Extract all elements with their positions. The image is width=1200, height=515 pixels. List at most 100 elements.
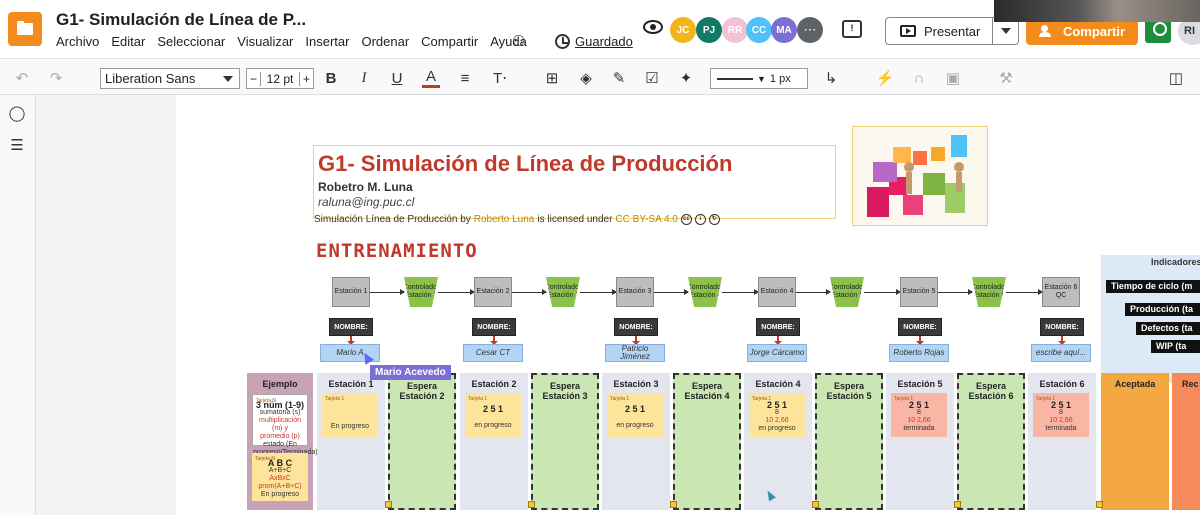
indicator-production[interactable]: Producción (ta <box>1125 303 1200 316</box>
wait-column[interactable]: Espera Estación 6 <box>957 373 1025 510</box>
lock-icon[interactable]: ▣ <box>944 68 962 88</box>
flow-controller[interactable]: Controlador Estación 5 <box>830 277 864 307</box>
flow-controller[interactable]: Controlador Estación 2 <box>404 277 438 307</box>
diagram-canvas[interactable]: G1- Simulación de Línea de Producción Ro… <box>36 95 1200 515</box>
station-column[interactable]: Estación 4 Tarjeta 1 2 5 1 8 10 2,66 en … <box>744 373 812 510</box>
indicator-wip[interactable]: WIP (ta <box>1151 340 1200 353</box>
magic-wand-icon[interactable]: ✦ <box>677 68 695 88</box>
name-field[interactable]: escribe aquí... <box>1031 344 1091 362</box>
italic-icon[interactable]: I <box>355 68 373 88</box>
accepted-column[interactable]: Aceptada <box>1101 373 1169 510</box>
name-label[interactable]: NOMBRE: <box>329 318 373 336</box>
menu-insertar[interactable]: Insertar <box>305 34 349 49</box>
indicators-panel[interactable]: Indicadores Tiempo de ciclo (m Producció… <box>1101 255 1200 383</box>
blocks-illustration[interactable] <box>852 126 988 226</box>
font-size-stepper[interactable]: − 12 pt + <box>246 68 314 89</box>
selection-handle[interactable] <box>528 501 535 508</box>
menu-visualizar[interactable]: Visualizar <box>237 34 293 49</box>
document-title[interactable]: G1- Simulación de Línea de P... <box>56 10 306 30</box>
fill-color-icon[interactable]: ◈ <box>577 68 595 88</box>
name-label[interactable]: NOMBRE: <box>898 318 942 336</box>
flow-arrow[interactable] <box>796 289 831 295</box>
binoculars-icon[interactable]: ⚇ <box>512 32 532 50</box>
font-family-select[interactable]: Liberation Sans <box>100 68 240 89</box>
line-color-icon[interactable]: ✎ <box>610 68 628 88</box>
station-column[interactable]: Estación 6 Tarjeta 1 2 5 1 8 10 2,66 ter… <box>1028 373 1096 510</box>
avatar[interactable]: JC <box>670 17 696 43</box>
example-card[interactable]: Tarjeta N A B C A+B+C AxBxC prom(A+B+C) … <box>252 453 308 501</box>
flow-arrow[interactable] <box>938 289 973 295</box>
selection-handle[interactable] <box>385 501 392 508</box>
eye-icon[interactable] <box>643 20 663 34</box>
selection-handle[interactable] <box>954 501 961 508</box>
font-size-decrease-button[interactable]: − <box>247 71 261 86</box>
grid-icon[interactable]: ⊞ <box>543 68 561 88</box>
example-card[interactable]: Tarjeta N 3 núm (1-9) sumatoria (s) mult… <box>252 394 318 456</box>
menu-compartir[interactable]: Compartir <box>421 34 478 49</box>
avatar[interactable]: RR <box>722 17 748 43</box>
license-link[interactable]: CC BY-SA 4.0 <box>615 214 677 225</box>
author-name[interactable]: Robetro M. Luna <box>318 180 413 194</box>
wait-column[interactable]: Espera Estación 4 <box>673 373 741 510</box>
name-label[interactable]: NOMBRE: <box>1040 318 1084 336</box>
format-panel-icon[interactable]: ◫ <box>1166 68 1186 88</box>
section-title[interactable]: ENTRENAMIENTO <box>316 240 478 262</box>
menu-archivo[interactable]: Archivo <box>56 34 99 49</box>
shapes-icon[interactable]: ◯ <box>8 103 26 123</box>
present-button[interactable]: Presentar <box>885 17 993 45</box>
menu-seleccionar[interactable]: Seleccionar <box>157 34 225 49</box>
work-card[interactable]: Tarjeta 1 2 5 1 8 10 2,66 en progreso <box>749 393 805 437</box>
page-title[interactable]: G1- Simulación de Línea de Producción <box>318 151 732 177</box>
station-column[interactable]: Estación 3 Tarjeta 1 2 5 1 en progreso <box>602 373 670 510</box>
avatar[interactable]: CC <box>746 17 772 43</box>
station-column[interactable]: Estación 5 Tarjeta 1 2 5 1 8 10 2,66 ter… <box>886 373 954 510</box>
work-card[interactable]: Tarjeta 1 2 5 1 en progreso <box>607 393 663 437</box>
example-column[interactable]: Ejemplo Tarjeta N 3 núm (1-9) sumatoria … <box>247 373 318 510</box>
name-label[interactable]: NOMBRE: <box>756 318 800 336</box>
font-size-value[interactable]: 12 pt <box>261 72 299 86</box>
menu-ordenar[interactable]: Ordenar <box>361 34 409 49</box>
flow-arrow[interactable] <box>580 289 617 295</box>
station-column[interactable]: Estación 2 Tarjeta 1 2 5 1 en progreso <box>460 373 528 510</box>
flow-station[interactable]: Estación 2 <box>474 277 512 307</box>
name-field[interactable]: Roberto Rojas <box>889 344 949 362</box>
align-icon[interactable]: ≡ <box>456 68 474 88</box>
work-card[interactable]: Tarjeta 1 2 5 1 8 10 2,66 terminada <box>891 393 947 437</box>
flow-arrow[interactable] <box>722 289 759 295</box>
edit-style-icon[interactable]: ☑ <box>643 68 661 88</box>
flow-arrow[interactable] <box>512 289 547 295</box>
wait-column[interactable]: Espera Estación 5 <box>815 373 883 510</box>
name-field[interactable]: Cesar CT <box>463 344 523 362</box>
flow-station[interactable]: Estación 1 <box>332 277 370 307</box>
wait-column[interactable]: Espera Estación 2 <box>388 373 456 510</box>
font-size-increase-button[interactable]: + <box>299 71 313 86</box>
flow-arrow[interactable] <box>1006 289 1043 295</box>
bold-icon[interactable]: B <box>322 68 340 88</box>
license-author-link[interactable]: Roberto Luna <box>474 214 535 225</box>
flow-arrow[interactable] <box>438 289 475 295</box>
author-email[interactable]: raluna@ing.puc.cl <box>318 195 414 209</box>
rejected-column[interactable]: Rec <box>1172 373 1200 510</box>
flow-arrow[interactable] <box>654 289 689 295</box>
name-label[interactable]: NOMBRE: <box>614 318 658 336</box>
flow-arrow[interactable] <box>864 289 901 295</box>
work-card[interactable]: Tarjeta 1 En progreso <box>322 393 378 437</box>
text-format-icon[interactable]: T⋅ <box>490 68 510 88</box>
font-color-icon[interactable]: A <box>422 68 440 88</box>
underline-icon[interactable]: U <box>388 68 406 88</box>
work-card[interactable]: Tarjeta 1 2 5 1 en progreso <box>465 393 521 437</box>
license-text[interactable]: Simulación Línea de Producción by Robert… <box>314 214 720 225</box>
name-field[interactable]: Jorge Cárcamo <box>747 344 807 362</box>
name-field[interactable]: Patricio Jiménez <box>605 344 665 362</box>
selection-handle[interactable] <box>812 501 819 508</box>
selection-handle[interactable] <box>1096 501 1103 508</box>
flow-controller[interactable]: Controlador Estación 4 <box>688 277 722 307</box>
wrench-icon[interactable]: ⚒ <box>997 68 1015 88</box>
flow-arrow[interactable] <box>370 289 405 295</box>
saved-status[interactable]: Guardado <box>555 34 633 49</box>
station-column[interactable]: Estación 1 Tarjeta 1 En progreso <box>317 373 385 510</box>
avatar[interactable]: PJ <box>696 17 722 43</box>
database-edit-icon[interactable]: ☰ <box>8 135 26 155</box>
flow-station[interactable]: Estación 4 <box>758 277 796 307</box>
drawio-logo-icon[interactable] <box>8 12 42 46</box>
